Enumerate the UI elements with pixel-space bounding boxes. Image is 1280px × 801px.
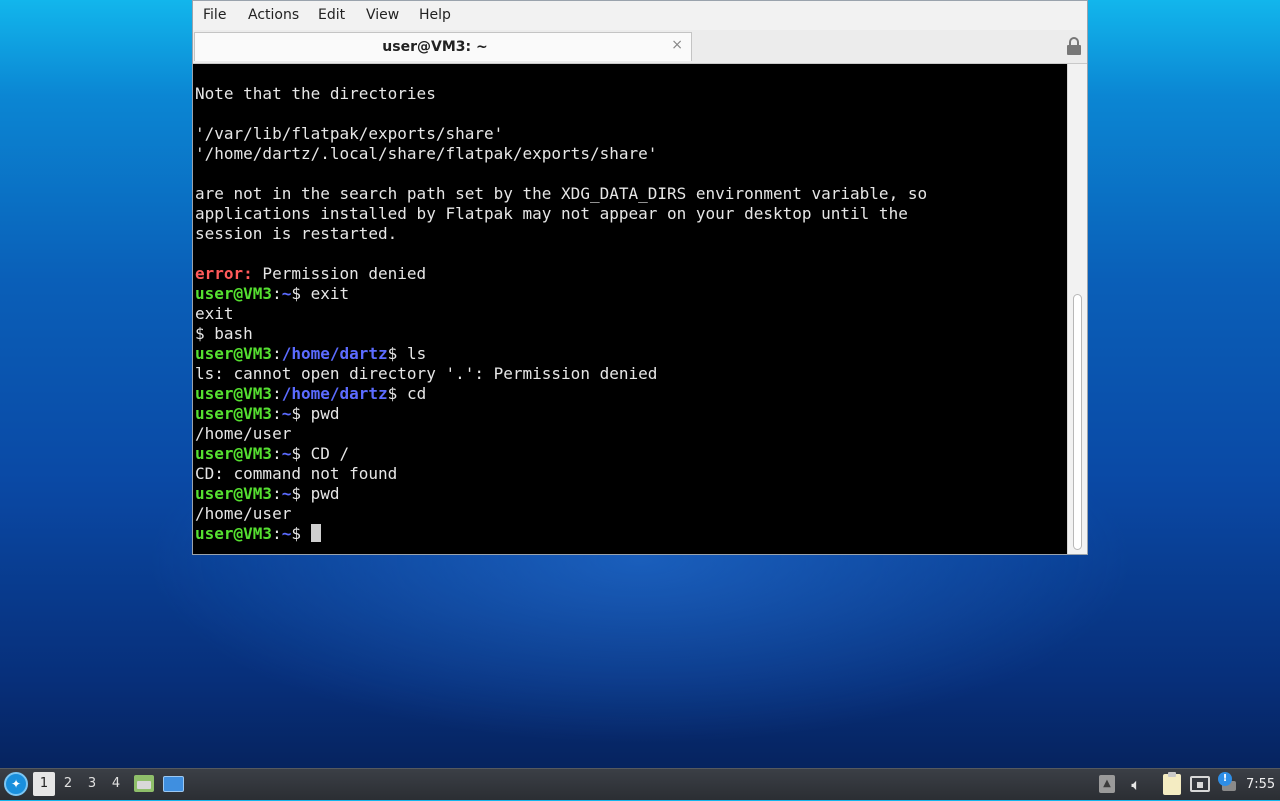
terminal-line: /home/user: [195, 424, 927, 444]
prompt-path: ~: [281, 484, 292, 503]
terminal-lines: Note that the directories '/var/lib/flatp…: [195, 84, 927, 544]
terminal-text: :: [272, 344, 282, 363]
terminal-window: File Actions Edit View Help user@VM3: ~ …: [192, 0, 1088, 555]
desktop: File Actions Edit View Help user@VM3: ~ …: [0, 0, 1280, 768]
terminal-text: $ pwd: [291, 484, 340, 503]
terminal-line: session is restarted.: [195, 224, 927, 244]
file-manager-icon[interactable]: [134, 775, 154, 792]
network-icon[interactable]: [1190, 776, 1210, 792]
terminal-text: Permission denied: [252, 264, 427, 283]
prompt-user: user@VM3: [195, 404, 273, 423]
menu-actions[interactable]: Actions: [248, 7, 299, 23]
terminal-tab[interactable]: user@VM3: ~ ×: [194, 32, 692, 61]
terminal-line: user@VM3:~$: [195, 524, 927, 544]
terminal-cursor: [310, 524, 321, 542]
terminal-text: ls: cannot open directory '.': Permissio…: [195, 364, 658, 383]
prompt-user: user@VM3: [195, 524, 273, 543]
notification-icon[interactable]: !: [1218, 772, 1232, 786]
terminal-line: $ bash: [195, 324, 927, 344]
prompt-user: user@VM3: [195, 444, 273, 463]
terminal-line: user@VM3:/home/dartz$ ls: [195, 344, 927, 364]
terminal-line: error: Permission denied: [195, 264, 927, 284]
terminal-line: user@VM3:~$ exit: [195, 284, 927, 304]
tab-bar: user@VM3: ~ ×: [193, 30, 1087, 64]
terminal-text: '/var/lib/flatpak/exports/share': [195, 124, 504, 143]
terminal-text: :: [272, 384, 282, 403]
terminal-text: exit: [195, 304, 234, 323]
prompt-user: user@VM3: [195, 484, 273, 503]
tab-title: user@VM3: ~: [382, 39, 488, 55]
lock-icon[interactable]: [1067, 37, 1081, 55]
terminal-line: user@VM3:~$ CD /: [195, 444, 927, 464]
terminal-line: applications installed by Flatpak may no…: [195, 204, 927, 224]
error-label: error:: [195, 264, 253, 283]
terminal-text: '/home/dartz/.local/share/flatpak/export…: [195, 144, 658, 163]
menu-view[interactable]: View: [366, 7, 399, 23]
terminal-line: exit: [195, 304, 927, 324]
prompt-path: /home/dartz: [281, 344, 388, 363]
menu-edit[interactable]: Edit: [318, 7, 345, 23]
prompt-path: ~: [281, 284, 292, 303]
terminal-text: CD: command not found: [195, 464, 398, 483]
terminal-text: are not in the search path set by the XD…: [195, 184, 928, 203]
prompt-path: ~: [281, 524, 292, 543]
taskbar: ✦ 1 2 3 4 ▲ 🔈︎ ! 7:55: [0, 768, 1280, 800]
clipboard-icon[interactable]: [1163, 772, 1181, 795]
terminal-text: :: [272, 484, 282, 503]
terminal-text: applications installed by Flatpak may no…: [195, 204, 908, 223]
workspace-4[interactable]: 4: [105, 772, 127, 796]
terminal-line: /home/user: [195, 504, 927, 524]
terminal-line: Note that the directories: [195, 84, 927, 104]
prompt-user: user@VM3: [195, 284, 273, 303]
terminal-text: session is restarted.: [195, 224, 398, 243]
terminal-text: :: [272, 444, 282, 463]
prompt-path: /home/dartz: [281, 384, 388, 403]
prompt-user: user@VM3: [195, 384, 273, 403]
terminal-text: /home/user: [195, 504, 292, 523]
show-desktop-icon[interactable]: [163, 776, 184, 792]
clock[interactable]: 7:55: [1246, 769, 1275, 801]
terminal-line: '/var/lib/flatpak/exports/share': [195, 124, 927, 144]
terminal-text: $ exit: [291, 284, 350, 303]
menu-file[interactable]: File: [203, 7, 226, 23]
volume-icon[interactable]: 🔈︎: [1126, 774, 1146, 796]
terminal-text: $ CD /: [291, 444, 350, 463]
terminal-output[interactable]: Note that the directories '/var/lib/flatp…: [193, 64, 1067, 554]
terminal-text: :: [272, 524, 282, 543]
terminal-text: /home/user: [195, 424, 292, 443]
terminal-line: user@VM3:~$ pwd: [195, 484, 927, 504]
prompt-path: ~: [281, 444, 292, 463]
prompt-path: ~: [281, 404, 292, 423]
terminal-scrollbar[interactable]: [1067, 64, 1087, 554]
workspace-2[interactable]: 2: [57, 772, 79, 796]
tab-close-icon[interactable]: ×: [671, 37, 683, 53]
terminal-text: Note that the directories: [195, 84, 436, 103]
terminal-line: CD: command not found: [195, 464, 927, 484]
terminal-line: user@VM3:~$ pwd: [195, 404, 927, 424]
workspace-1[interactable]: 1: [33, 772, 55, 796]
menu-help[interactable]: Help: [419, 7, 451, 23]
start-menu-icon[interactable]: ✦: [4, 772, 28, 796]
workspace-3[interactable]: 3: [81, 772, 103, 796]
terminal-text: $: [291, 524, 311, 543]
scrollbar-thumb[interactable]: [1073, 294, 1082, 550]
terminal-line: ls: cannot open directory '.': Permissio…: [195, 364, 927, 384]
terminal-text: $ cd: [387, 384, 427, 403]
prompt-user: user@VM3: [195, 344, 273, 363]
terminal-text: :: [272, 284, 282, 303]
terminal-text: $ bash: [195, 324, 253, 343]
tray-arrow-icon[interactable]: ▲: [1099, 775, 1115, 793]
terminal-line: '/home/dartz/.local/share/flatpak/export…: [195, 144, 927, 164]
terminal-line: user@VM3:/home/dartz$ cd: [195, 384, 927, 404]
terminal-text: :: [272, 404, 282, 423]
terminal-text: $ ls: [387, 344, 427, 363]
terminal-text: $ pwd: [291, 404, 340, 423]
terminal-line: are not in the search path set by the XD…: [195, 184, 927, 204]
menu-bar: File Actions Edit View Help: [193, 1, 1087, 30]
